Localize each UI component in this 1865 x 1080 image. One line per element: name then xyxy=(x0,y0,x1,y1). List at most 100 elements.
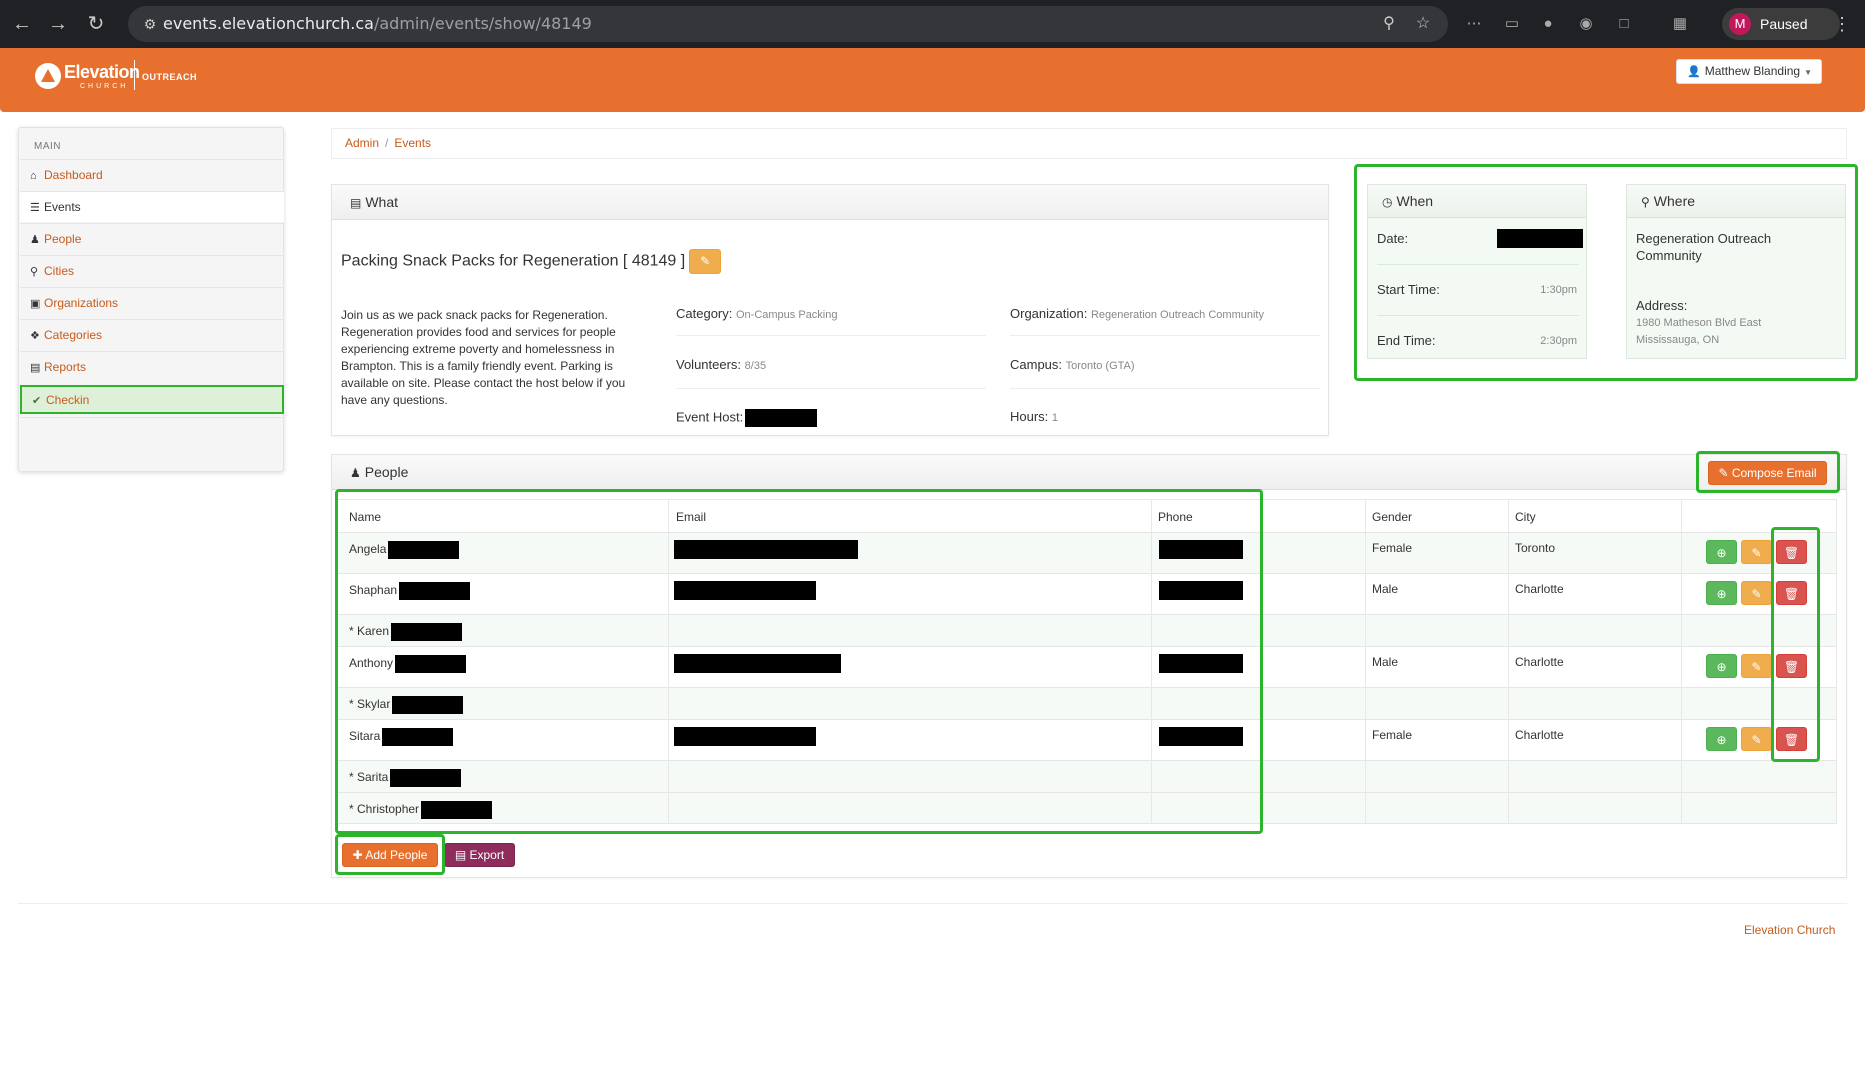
zoom-in-icon: ⊕ xyxy=(1716,587,1727,601)
view-person-button[interactable]: ⊕ xyxy=(1706,540,1737,564)
divider xyxy=(1010,388,1320,389)
sidebar-item-checkin[interactable]: ✔ Checkin xyxy=(20,385,284,414)
sidebar-item-events[interactable]: ☰ Events xyxy=(20,191,284,222)
browser-menu-icon[interactable]: ⋮ xyxy=(1830,12,1854,36)
site-info-icon[interactable]: ⚙ xyxy=(140,14,160,34)
user-menu-button[interactable]: 👤 Matthew Blanding ▼ xyxy=(1676,59,1822,84)
sidebar-item-reports[interactable]: ▤ Reports xyxy=(20,351,284,382)
column-header-city: City xyxy=(1515,510,1536,524)
volunteers-value: 8/35 xyxy=(744,360,767,372)
caret-down-icon: ▼ xyxy=(1804,68,1813,77)
panel-title: People xyxy=(364,464,409,480)
where-panel-header: ⚲ Where xyxy=(1627,185,1845,218)
tab-search-icon[interactable]: ▦ xyxy=(1668,12,1692,36)
field-label: Category: xyxy=(676,306,733,321)
field-label: Organization: xyxy=(1010,306,1088,321)
view-person-button[interactable]: ⊕ xyxy=(1706,581,1737,605)
edit-icon: ✎ xyxy=(1751,733,1762,747)
profile-button[interactable]: M Paused xyxy=(1722,8,1840,40)
person-city: Toronto xyxy=(1515,541,1556,555)
reload-icon[interactable]: ↻ xyxy=(84,12,108,36)
app-header xyxy=(0,48,1865,112)
what-panel: ▤ What Packing Snack Packs for Regenerati… xyxy=(331,184,1329,436)
address-bar[interactable]: ⚙ events.elevationchurch.ca/admin/events… xyxy=(128,6,1448,42)
sidebar-item-organizations[interactable]: ▣ Organizations xyxy=(20,287,284,318)
edit-person-button[interactable]: ✎ xyxy=(1741,540,1772,564)
user-icon: ♟ xyxy=(30,234,40,246)
cast-icon[interactable]: ▭ xyxy=(1500,12,1524,36)
sidebar-item-label: Events xyxy=(44,200,81,214)
url-host: events.elevationchurch.ca xyxy=(163,14,374,33)
edit-person-button[interactable]: ✎ xyxy=(1741,654,1772,678)
person-city: Charlotte xyxy=(1515,655,1564,669)
extension-icon[interactable]: ◉ xyxy=(1574,12,1598,36)
column-divider xyxy=(1508,499,1509,824)
home-icon: ⌂ xyxy=(30,170,37,182)
edit-event-button[interactable]: ✎ xyxy=(689,249,722,274)
bookmark-star-icon[interactable]: ☆ xyxy=(1412,14,1434,34)
sidebar-item-cities[interactable]: ⚲ Cities xyxy=(20,255,284,286)
edit-person-button[interactable]: ✎ xyxy=(1741,581,1772,605)
campus-field: Campus: Toronto (GTA) xyxy=(1010,357,1135,372)
sidebar-item-people[interactable]: ♟ People xyxy=(20,223,284,254)
file-icon: ▤ xyxy=(454,848,467,862)
panel-title: Where xyxy=(1653,193,1696,209)
edit-icon: ✎ xyxy=(1751,660,1762,674)
address-line2: Mississauga, ON xyxy=(1636,334,1720,346)
add-people-highlight xyxy=(335,834,445,875)
sidebar: MAIN ⌂ Dashboard ☰ Events ♟ People ⚲ Cities … xyxy=(18,127,284,472)
column-divider xyxy=(1836,499,1837,824)
sidebar-item-label: Reports xyxy=(44,360,87,374)
person-city: Charlotte xyxy=(1515,582,1564,596)
sidebar-item-label: Categories xyxy=(44,328,103,342)
zoom-in-icon: ⊕ xyxy=(1716,546,1727,560)
logo-subtext: CHURCH xyxy=(80,83,129,90)
divider xyxy=(676,335,986,336)
edit-person-button[interactable]: ✎ xyxy=(1741,727,1772,751)
column-divider xyxy=(1681,499,1682,824)
extension-icon[interactable]: ● xyxy=(1536,12,1560,36)
view-person-button[interactable]: ⊕ xyxy=(1706,654,1737,678)
redacted-host xyxy=(745,409,818,427)
category-field: Category: On-Campus Packing xyxy=(676,306,838,321)
zoom-icon[interactable]: ⚲ xyxy=(1378,14,1400,34)
sidebar-item-label: Organizations xyxy=(44,296,119,310)
volunteers-field: Volunteers: 8/35 xyxy=(676,357,766,372)
forward-icon[interactable]: → xyxy=(46,12,70,36)
panel-title: When xyxy=(1396,193,1434,209)
breadcrumb-admin[interactable]: Admin xyxy=(345,136,379,150)
extension-icon[interactable]: ⋯ xyxy=(1462,12,1486,36)
end-time-label: End Time: xyxy=(1377,333,1436,348)
map-marker-icon: ⚲ xyxy=(1641,195,1650,209)
footer-link[interactable]: Elevation Church xyxy=(1744,923,1835,937)
organization-field: Organization: Regeneration Outreach Comm… xyxy=(1010,306,1264,321)
breadcrumb-events[interactable]: Events xyxy=(394,136,431,150)
view-person-button[interactable]: ⊕ xyxy=(1706,727,1737,751)
edit-icon: ✎ xyxy=(1751,546,1762,560)
sidebar-item-dashboard[interactable]: ⌂ Dashboard xyxy=(20,159,284,190)
organization-value: Regeneration Outreach Community xyxy=(1090,309,1264,321)
redacted-date xyxy=(1497,229,1583,248)
person-gender: Male xyxy=(1372,655,1399,669)
end-time-value: 2:30pm xyxy=(1540,335,1577,347)
address-line1: 1980 Matheson Blvd East xyxy=(1636,317,1762,329)
logo-divider xyxy=(134,60,135,90)
button-label: Export xyxy=(469,848,505,862)
person-gender: Female xyxy=(1372,728,1413,742)
url-text[interactable]: events.elevationchurch.ca/admin/events/s… xyxy=(163,14,592,34)
event-title: Packing Snack Packs for Regeneration [ 4… xyxy=(341,249,722,274)
logo-mark-icon xyxy=(35,63,61,89)
sidebar-item-categories[interactable]: ❖ Categories xyxy=(20,319,284,350)
check-icon: ✔ xyxy=(32,395,42,407)
back-icon[interactable]: ← xyxy=(10,12,34,36)
url-path: /admin/events/show/48149 xyxy=(373,14,592,33)
address-label: Address: xyxy=(1636,298,1688,313)
date-label: Date: xyxy=(1377,231,1409,246)
puzzle-icon[interactable]: □ xyxy=(1612,12,1636,36)
start-time-value: 1:30pm xyxy=(1540,284,1577,296)
event-title-text: Packing Snack Packs for Regeneration [ 4… xyxy=(341,252,686,270)
name-email-phone-highlight xyxy=(335,489,1263,834)
map-marker-icon: ⚲ xyxy=(30,266,39,278)
export-button[interactable]: ▤ Export xyxy=(444,843,515,867)
divider xyxy=(1377,315,1579,316)
